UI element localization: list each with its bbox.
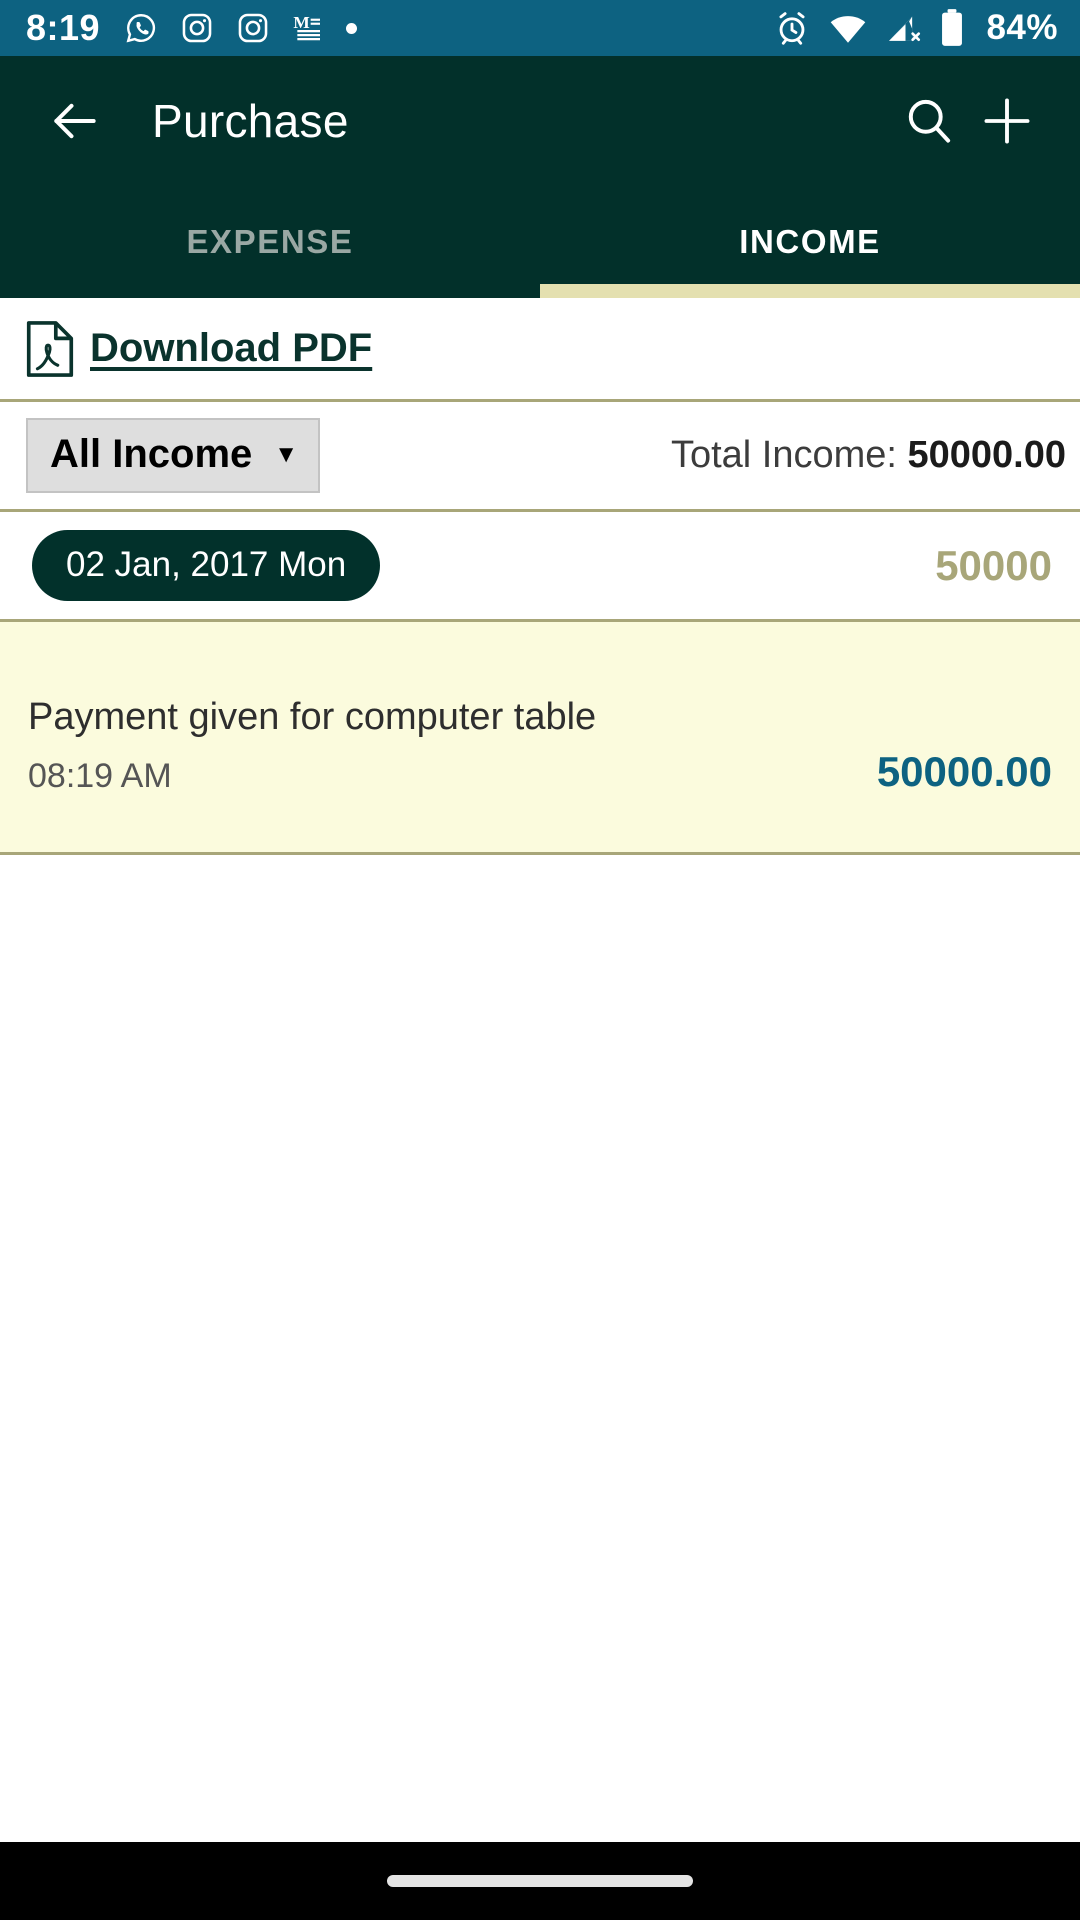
app-screen: 8:19 M 84% Purchase EXPENSE INCOME Downl…	[0, 0, 1080, 1920]
instagram-icon	[180, 11, 214, 45]
date-group-total: 50000	[935, 541, 1052, 589]
battery-percent: 84%	[986, 8, 1058, 47]
tab-bar: EXPENSE INCOME	[0, 186, 1080, 298]
plus-icon[interactable]	[968, 82, 1046, 160]
medium-icon: M	[292, 12, 324, 44]
system-nav-bar	[0, 1842, 1080, 1920]
dot-icon	[346, 22, 358, 34]
status-time: 8:19	[26, 7, 101, 48]
transaction-time: 08:19 AM	[28, 757, 172, 795]
total-income-label: Total Income:	[670, 434, 908, 476]
income-filter-value: All Income	[50, 432, 253, 476]
tab-expense[interactable]: EXPENSE	[0, 186, 540, 298]
transaction-amount: 50000.00	[876, 748, 1052, 795]
tab-income[interactable]: INCOME	[540, 186, 1080, 298]
whatsapp-icon	[124, 11, 158, 45]
download-pdf-label: Download PDF	[90, 326, 373, 370]
tab-indicator	[540, 284, 1080, 298]
battery-icon	[940, 9, 964, 47]
download-pdf-button[interactable]: Download PDF	[0, 298, 1080, 402]
status-notification-icons: M	[124, 11, 358, 45]
wifi-icon	[828, 12, 868, 44]
svg-text:M: M	[293, 13, 309, 32]
instagram-icon	[236, 11, 270, 45]
date-group-header: 02 Jan, 2017 Mon 50000	[0, 512, 1080, 622]
status-bar: 8:19 M 84%	[0, 0, 1080, 56]
arrow-back-icon[interactable]	[44, 90, 106, 152]
date-badge: 02 Jan, 2017 Mon	[32, 530, 381, 601]
transaction-details: Payment given for computer table 08:19 A…	[28, 696, 596, 796]
chevron-down-icon: ▼	[274, 440, 299, 468]
transaction-title: Payment given for computer table	[28, 696, 597, 738]
app-bar: Purchase	[0, 56, 1080, 186]
content-area: Download PDF All Income ▼ Total Income: …	[0, 298, 1080, 855]
pdf-file-icon	[24, 320, 76, 378]
status-system-icons: 84%	[774, 8, 1058, 48]
alarm-icon	[774, 10, 810, 46]
home-indicator[interactable]	[387, 1875, 693, 1887]
mobile-data-off-icon	[886, 12, 922, 44]
total-income-value: 50000.00	[907, 434, 1067, 476]
total-income: Total Income: 50000.00	[671, 434, 1066, 477]
filter-row: All Income ▼ Total Income: 50000.00	[0, 402, 1080, 512]
transaction-row[interactable]: Payment given for computer table 08:19 A…	[0, 622, 1080, 855]
income-filter-dropdown[interactable]: All Income ▼	[26, 418, 321, 493]
search-icon[interactable]	[890, 82, 968, 160]
page-title: Purchase	[152, 95, 349, 147]
